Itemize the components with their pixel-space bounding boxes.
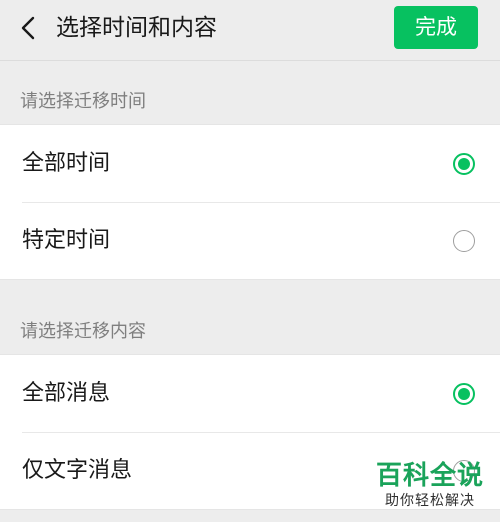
option-label: 全部时间 bbox=[22, 151, 111, 176]
page-title: 选择时间和内容 bbox=[56, 15, 217, 41]
option-specific-time[interactable]: 特定时间 bbox=[0, 202, 500, 279]
option-label: 特定时间 bbox=[22, 228, 111, 253]
back-button[interactable] bbox=[14, 12, 46, 44]
watermark-title: 百科全说 bbox=[375, 461, 484, 491]
radio-selected-icon[interactable] bbox=[453, 153, 475, 175]
chevron-left-icon bbox=[21, 16, 35, 40]
done-button[interactable]: 完成 bbox=[394, 6, 478, 49]
watermark-subtitle: 助你轻松解决 bbox=[385, 493, 475, 509]
radio-unselected-icon[interactable] bbox=[453, 230, 475, 252]
option-label: 全部消息 bbox=[22, 381, 111, 406]
watermark-logo: 百科全说 助你轻松解决 bbox=[374, 460, 486, 510]
radio-selected-icon[interactable] bbox=[453, 383, 475, 405]
option-all-time[interactable]: 全部时间 bbox=[0, 125, 500, 202]
option-all-messages[interactable]: 全部消息 bbox=[0, 355, 500, 432]
time-options-group: 全部时间 特定时间 bbox=[0, 124, 500, 280]
top-bar: 选择时间和内容 完成 bbox=[0, 0, 500, 60]
option-label: 仅文字消息 bbox=[22, 458, 133, 483]
time-section-label: 请选择迁移时间 bbox=[20, 91, 146, 112]
content-section-label: 请选择迁移内容 bbox=[20, 321, 146, 342]
header-divider bbox=[0, 60, 500, 61]
